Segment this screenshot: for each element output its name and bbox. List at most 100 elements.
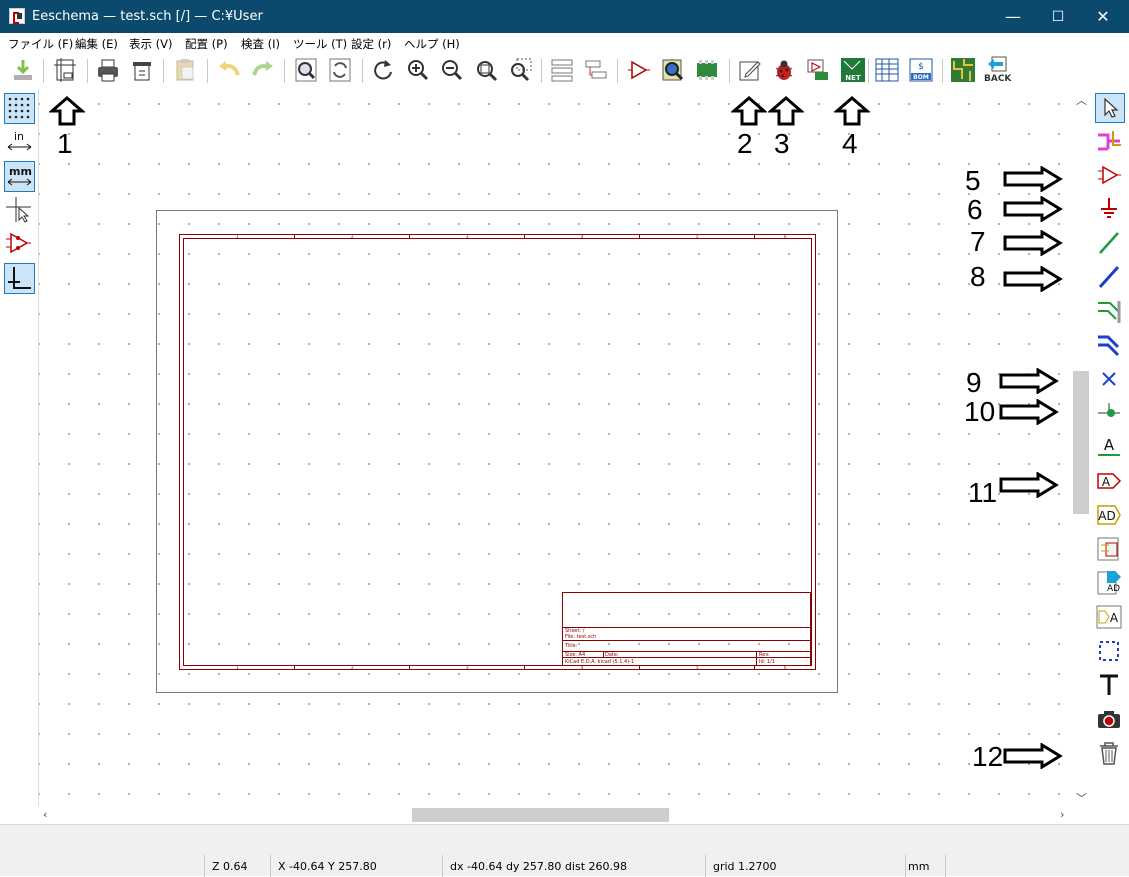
scroll-left-icon[interactable]: ‹ <box>43 808 47 821</box>
annotation-number: 5 <box>965 165 981 196</box>
horizontal-scrollbar-thumb[interactable] <box>412 808 669 822</box>
leave-sheet-icon[interactable] <box>583 57 609 83</box>
scroll-right-icon[interactable]: › <box>1060 808 1064 821</box>
add-graphic-line-button[interactable] <box>1095 637 1125 667</box>
add-text-button[interactable] <box>1095 671 1125 701</box>
annotation-number: 1 <box>57 128 73 159</box>
zoom-fit-icon[interactable] <box>473 57 499 83</box>
assign-footprints-icon[interactable] <box>805 57 831 83</box>
toolbar-separator <box>207 59 208 83</box>
hierarchy-navigator-icon[interactable] <box>549 57 575 83</box>
page-settings-icon[interactable] <box>52 57 78 83</box>
add-global-label-button[interactable]: A <box>1095 467 1125 497</box>
grid-status: grid 1.2700 <box>713 860 777 873</box>
inch-units-button[interactable]: in <box>4 127 35 158</box>
add-power-button[interactable] <box>1095 195 1125 225</box>
undo-icon[interactable] <box>216 57 242 83</box>
footprint-assign-icon[interactable] <box>694 57 720 83</box>
delete-button[interactable] <box>1095 739 1125 769</box>
cursor-position-status: X -40.64 Y 257.80 <box>278 860 377 873</box>
add-symbol-button[interactable] <box>1095 161 1125 191</box>
maximize-button[interactable]: ☐ <box>1035 0 1081 33</box>
add-bus-entry-button[interactable] <box>1095 331 1125 361</box>
menu-view[interactable]: 表示 (V) <box>129 36 173 52</box>
refresh-icon[interactable] <box>370 57 396 83</box>
add-bus-button[interactable] <box>1095 263 1125 293</box>
annotation-number: 9 <box>966 367 982 398</box>
trash-icon <box>1100 742 1118 765</box>
vertical-scrollbar-thumb[interactable] <box>1073 371 1089 514</box>
up-arrow-annotation <box>834 96 870 126</box>
zoom-selection-icon[interactable] <box>507 57 533 83</box>
frame-tick <box>294 234 295 238</box>
highlight-net-button[interactable] <box>1095 127 1125 157</box>
frame-number: 3 <box>466 665 469 670</box>
bom-icon[interactable] <box>874 57 900 83</box>
size-label: Size: A4 <box>565 652 586 658</box>
add-hierarchical-label-button[interactable]: AD <box>1095 501 1125 531</box>
mm-units-button[interactable]: mm <box>4 161 35 192</box>
ground-icon <box>1101 198 1117 218</box>
sheet-pin-icon: A <box>1096 605 1122 629</box>
menu-help[interactable]: ヘルプ (H) <box>404 36 460 52</box>
status-divider <box>905 855 906 877</box>
find-icon[interactable] <box>293 57 319 83</box>
pcbnew-icon[interactable] <box>950 57 976 83</box>
hierarchical-sheet-icon <box>1097 537 1119 561</box>
menu-inspect[interactable]: 検査 (I) <box>241 36 280 52</box>
cursor-shape-button[interactable] <box>4 195 35 226</box>
menu-preferences[interactable]: 設定 (r) <box>351 36 391 52</box>
select-tool-button[interactable] <box>1095 93 1125 123</box>
symbol-editor-icon[interactable] <box>626 57 652 83</box>
add-label-button[interactable]: A <box>1095 433 1125 463</box>
junction-icon <box>1098 403 1120 417</box>
add-wire-button[interactable] <box>1095 229 1125 259</box>
add-wire-entry-button[interactable] <box>1095 297 1125 327</box>
netlist-icon[interactable]: NET <box>840 57 866 83</box>
grid-toggle-button[interactable] <box>4 93 35 124</box>
add-sheet-button[interactable] <box>1095 535 1125 565</box>
zoom-status: Z 0.64 <box>212 860 248 873</box>
schematic-canvas[interactable]: 1 2 3 4 5 6 1 2 3 4 5 6 Sheet: / File: t… <box>39 89 1073 806</box>
wire-angle-button[interactable] <box>4 263 35 294</box>
add-junction-button[interactable] <box>1095 399 1125 429</box>
annotate-icon[interactable] <box>737 57 763 83</box>
save-icon[interactable] <box>10 57 36 83</box>
add-sheet-pin-button[interactable]: A <box>1095 603 1125 633</box>
zoom-in-icon[interactable] <box>405 57 431 83</box>
file-label: File: test.sch <box>565 634 597 640</box>
bom-export-icon[interactable]: $ BOM <box>908 57 934 83</box>
right-arrow-annotation <box>999 472 1059 498</box>
frame-tick <box>524 234 525 238</box>
menu-file[interactable]: ファイル (F) <box>8 36 73 52</box>
annotation-number: 8 <box>970 261 986 292</box>
scroll-up-icon[interactable]: ︿ <box>1076 92 1087 108</box>
add-no-connect-button[interactable] <box>1095 365 1125 395</box>
zoom-out-icon[interactable] <box>439 57 465 83</box>
import-sheet-pin-button[interactable]: AD <box>1095 569 1125 599</box>
title-block-divider <box>563 657 810 658</box>
annotation-number: 2 <box>737 128 753 159</box>
menu-place[interactable]: 配置 (P) <box>185 36 228 52</box>
print-icon[interactable] <box>95 57 121 83</box>
paste-icon[interactable] <box>172 57 198 83</box>
scroll-down-icon[interactable]: ﹀ <box>1076 790 1087 806</box>
plot-icon[interactable] <box>129 57 155 83</box>
close-button[interactable]: ✕ <box>1080 0 1126 33</box>
find-replace-icon[interactable] <box>327 57 353 83</box>
frame-tick <box>294 666 295 670</box>
menu-tools[interactable]: ツール (T) <box>293 36 347 52</box>
symbol-browser-icon[interactable] <box>660 57 686 83</box>
frame-tick <box>409 234 410 238</box>
erc-icon[interactable] <box>771 57 797 83</box>
back-icon <box>988 56 1007 72</box>
up-arrow-annotation <box>768 96 804 126</box>
hidden-pins-button[interactable] <box>4 229 35 260</box>
frame-number: 6 <box>784 234 787 239</box>
minimize-button[interactable]: — <box>990 0 1036 33</box>
redo-icon[interactable] <box>250 57 276 83</box>
bus-icon <box>1098 265 1120 289</box>
add-image-button[interactable] <box>1095 705 1125 735</box>
menu-edit[interactable]: 編集 (E) <box>75 36 118 52</box>
back-button[interactable]: BACK <box>982 55 1014 87</box>
